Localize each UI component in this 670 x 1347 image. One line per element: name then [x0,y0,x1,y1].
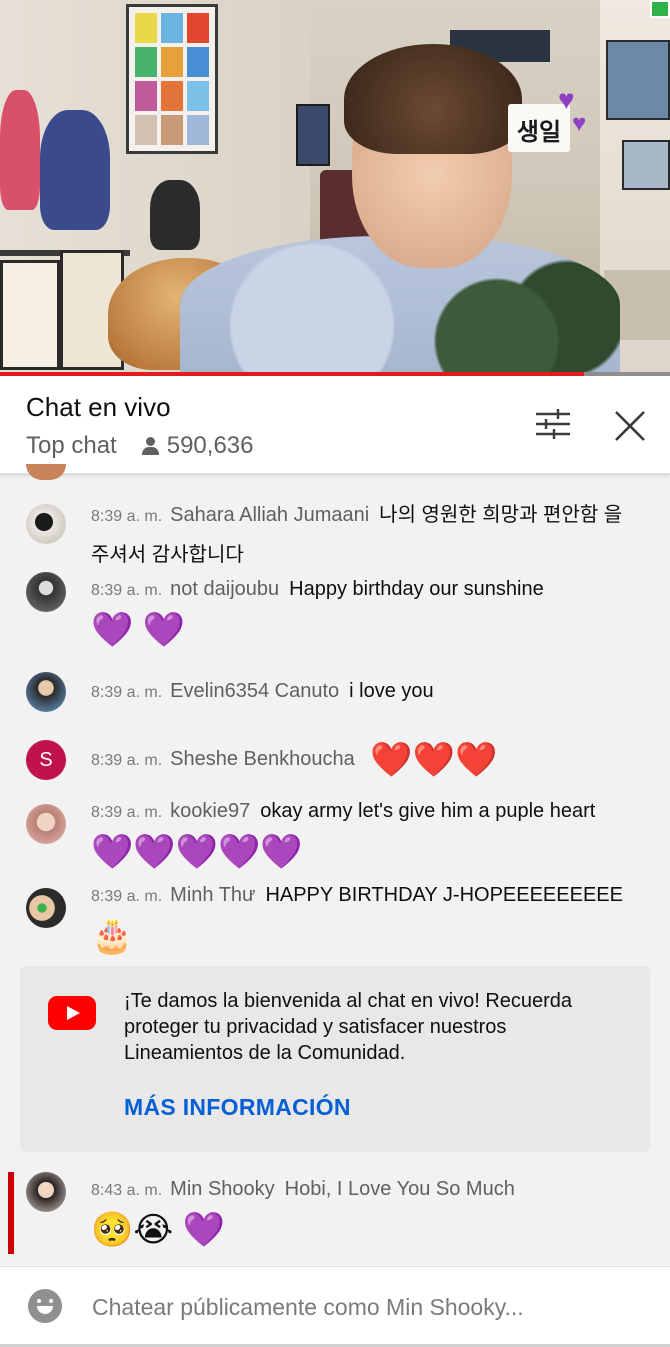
close-chat-button[interactable] [608,404,652,448]
person-hair [344,44,522,154]
message-timestamp: 8:39 a. m. [91,508,163,525]
avatar [26,572,66,612]
message-timestamp: 8:39 a. m. [91,582,163,599]
toy-figure [40,110,110,230]
photo-frame [622,140,670,190]
chat-mode-selector[interactable]: Top chat [26,432,117,460]
filter-button[interactable] [534,406,572,442]
message-author[interactable]: Sahara Alliah Jumaani [170,504,369,526]
emoji-icon[interactable] [28,1289,62,1323]
message-text: okay army let's give him a puple heart [260,800,596,822]
own-message-indicator [8,1172,14,1254]
poster [296,104,330,166]
avatar: S [26,740,66,780]
person-icon [141,436,161,456]
pop-art-poster [126,4,218,154]
viewer-count: 590,636 [166,432,254,459]
chat-title: Chat en vivo [26,392,171,422]
avatar [26,1172,66,1212]
message-text: i love you [349,680,434,702]
toy-figure [0,90,40,210]
toy-figure [150,180,200,250]
purple-heart-sticker: ♥ [572,110,587,137]
chat-subheader: Top chat 590,636 [26,432,254,460]
filter-icon [536,409,570,439]
welcome-text: ¡Te damos la bienvenida al chat en vivo!… [124,990,573,1064]
avatar [26,888,66,928]
message-timestamp: 8:43 a. m. [91,1182,163,1199]
red-heart-emoji: ❤️❤️❤️ [370,740,498,779]
avatar [26,504,66,544]
message-emojis: 🥺😭 💜 [91,1210,225,1249]
message-author[interactable]: Evelin6354 Canuto [170,680,339,702]
avatar [26,672,66,712]
message-text: Hobi, I Love You So Much [284,1178,515,1200]
message-author[interactable]: kookie97 [170,800,250,822]
birthday-cake-emoji: 🎂 [91,916,134,955]
message-timestamp: 8:39 a. m. [91,888,163,905]
youtube-logo-icon [48,996,96,1030]
avatar [26,464,66,480]
message-text: HAPPY BIRTHDAY J-HOPEEEEEEEEE [265,884,623,906]
chat-input[interactable] [92,1287,652,1327]
chat-input-bar [0,1266,670,1347]
welcome-banner: ¡Te damos la bienvenida al chat en vivo!… [20,966,650,1152]
chat-header: Chat en vivo Top chat 590,636 [0,376,670,474]
message-author[interactable]: Min Shooky [170,1178,275,1200]
close-icon [615,411,645,441]
message-timestamp: 8:39 a. m. [91,684,163,701]
message-timestamp: 8:39 a. m. [91,752,163,769]
message-text: Happy birthday our sunshine [289,578,544,600]
live-video-player[interactable]: 생일 ♥ ♥ [0,0,670,376]
avatar [26,804,66,844]
photo-frame [606,40,670,120]
message-author[interactable]: not daijoubu [170,578,279,600]
display-case [0,260,60,370]
message-author[interactable]: Minh Thư [170,884,255,906]
message-author[interactable]: Sheshe Benkhoucha [170,748,355,770]
purple-heart-emoji: 💜💜💜💜💜 [91,832,303,871]
overlay-indicator [650,0,670,18]
message-timestamp: 8:39 a. m. [91,804,163,821]
more-info-link[interactable]: MÁS INFORMACIÓN [124,1094,351,1121]
purple-heart-emoji: 💜 💜 [91,610,186,649]
